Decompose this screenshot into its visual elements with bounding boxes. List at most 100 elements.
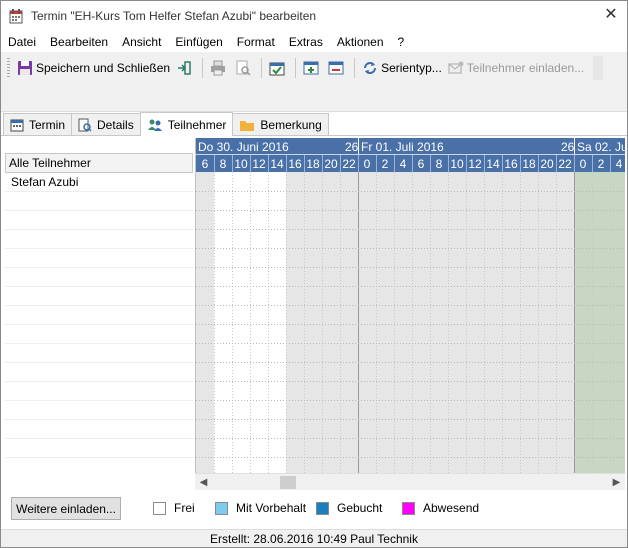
hour-label: 18 — [306, 157, 320, 171]
save-close-button[interactable]: Speichern und Schließen — [14, 56, 173, 80]
print-button[interactable] — [207, 56, 232, 80]
print-preview-icon — [236, 60, 251, 76]
tab-teilnehmer[interactable]: Teilnehmer — [139, 112, 234, 136]
export-button[interactable] — [173, 56, 198, 80]
remove-row-button[interactable] — [325, 56, 350, 80]
empty-row[interactable] — [5, 363, 193, 382]
participant-row[interactable]: Stefan Azubi — [5, 173, 193, 192]
appointment-icon — [9, 9, 23, 24]
hour-label: 8 — [219, 157, 227, 171]
invite-participants-label: Teilnehmer einladen... — [466, 61, 585, 75]
hour-label: 14 — [486, 157, 500, 171]
window-title: Termin "EH-Kurs Tom Helfer Stefan Azubi"… — [31, 9, 317, 23]
folder-icon — [240, 120, 255, 131]
empty-row[interactable] — [5, 249, 193, 268]
hour-label: 20 — [540, 157, 554, 171]
empty-row[interactable] — [5, 420, 193, 439]
date-header-day2-end: 26 — [561, 140, 575, 154]
menu-ansicht[interactable]: Ansicht — [115, 35, 168, 49]
hour-label: 14 — [270, 157, 284, 171]
toolbar-separator — [202, 58, 204, 78]
menu-extras[interactable]: Extras — [282, 35, 330, 49]
toolbar-grip[interactable] — [7, 58, 10, 78]
empty-row[interactable] — [5, 211, 193, 230]
tab-termin-label: Termin — [29, 117, 66, 132]
tab-strip: Termin Details Teilnehmer Bemerkung — [1, 112, 627, 136]
invite-more-button[interactable]: Weitere einladen... — [11, 497, 121, 520]
empty-row[interactable] — [5, 325, 193, 344]
weekend-area — [574, 172, 625, 476]
toolbar-separator — [261, 58, 263, 78]
add-row-icon — [303, 61, 319, 75]
recurrence-icon — [364, 62, 377, 74]
legend-label: Gebucht — [337, 501, 383, 515]
menu-aktionen[interactable]: Aktionen — [330, 35, 391, 49]
date-header-day1-end: 26 — [345, 140, 359, 154]
hour-label: 22 — [558, 157, 572, 171]
menu-bearbeiten[interactable]: Bearbeiten — [43, 35, 115, 49]
invite-participants-button[interactable]: Teilnehmer einladen... — [445, 56, 587, 80]
empty-row[interactable] — [5, 401, 193, 420]
hour-label: 18 — [522, 157, 536, 171]
empty-row[interactable] — [5, 439, 193, 458]
series-type-button[interactable]: Serientyp... — [359, 56, 445, 80]
scroll-left-icon[interactable]: ◀ — [195, 474, 212, 491]
empty-row[interactable] — [5, 230, 193, 249]
dialog-window: Termin "EH-Kurs Tom Helfer Stefan Azubi"… — [0, 0, 628, 548]
menu-einfuegen[interactable]: Einfügen — [168, 35, 229, 49]
envelope-icon — [448, 61, 464, 74]
hour-label: 2 — [597, 157, 605, 171]
hour-label: 10 — [234, 157, 248, 171]
horizontal-scrollbar[interactable]: ◀ ▶ — [195, 473, 625, 490]
empty-row[interactable] — [5, 192, 193, 211]
print-preview-button[interactable] — [232, 56, 257, 80]
hour-label: 10 — [450, 157, 464, 171]
hour-label: 6 — [417, 157, 425, 171]
legend-label: Mit Vorbehalt — [236, 501, 307, 515]
people-icon — [147, 119, 162, 131]
menu-format[interactable]: Format — [230, 35, 282, 49]
tab-details[interactable]: Details — [71, 113, 141, 135]
add-row-button[interactable] — [300, 56, 325, 80]
toolbar-separator — [295, 58, 297, 78]
calendar-icon — [10, 119, 24, 131]
hour-label: 8 — [435, 157, 443, 171]
participant-list-header[interactable]: Alle Teilnehmer — [5, 153, 193, 173]
menu-datei[interactable]: Datei — [1, 35, 43, 49]
hour-label: 4 — [399, 157, 407, 171]
legend-label: Frei — [174, 501, 195, 515]
date-header-day1: Do 30. Juni 2016 — [198, 140, 289, 154]
save-close-label: Speichern und Schließen — [36, 61, 171, 75]
date-header-day3: Sa 02. Jul — [577, 140, 625, 154]
empty-row[interactable] — [5, 287, 193, 306]
export-icon — [178, 61, 191, 75]
toolbar-separator — [354, 58, 356, 78]
legend-swatch — [402, 501, 415, 515]
details-icon — [78, 118, 92, 132]
hour-label: 0 — [579, 157, 587, 171]
empty-row[interactable] — [5, 344, 193, 363]
legend-frei: Frei — [153, 501, 195, 515]
printer-icon — [211, 60, 226, 76]
schedule-grid-canvas — [196, 138, 625, 477]
tab-termin[interactable]: Termin — [3, 113, 73, 135]
close-icon[interactable]: ✕ — [601, 5, 621, 25]
empty-row[interactable] — [5, 306, 193, 325]
calendar-check-button[interactable] — [266, 56, 291, 80]
legend-label: Abwesend — [423, 501, 480, 515]
legend-mit-vorbehalt: Mit Vorbehalt — [215, 501, 306, 515]
tab-teilnehmer-label: Teilnehmer — [167, 117, 227, 132]
tab-bemerkung[interactable]: Bemerkung — [232, 113, 329, 135]
scroll-right-icon[interactable]: ▶ — [608, 474, 625, 491]
schedule-grid[interactable]: Do 30. Juni 2016 26 Fr 01. Juli 2016 26 … — [195, 138, 625, 490]
calendar-check-icon — [269, 62, 285, 76]
empty-row[interactable] — [5, 268, 193, 287]
hour-label: 16 — [504, 157, 518, 171]
hour-label: 6 — [201, 157, 209, 171]
scrollbar-thumb[interactable] — [280, 476, 296, 489]
menu-bar: Datei Bearbeiten Ansicht Einfügen Format… — [1, 32, 627, 52]
remove-row-icon — [328, 61, 344, 75]
empty-row[interactable] — [5, 382, 193, 401]
tab-details-label: Details — [97, 117, 134, 132]
menu-help[interactable]: ? — [391, 35, 412, 49]
